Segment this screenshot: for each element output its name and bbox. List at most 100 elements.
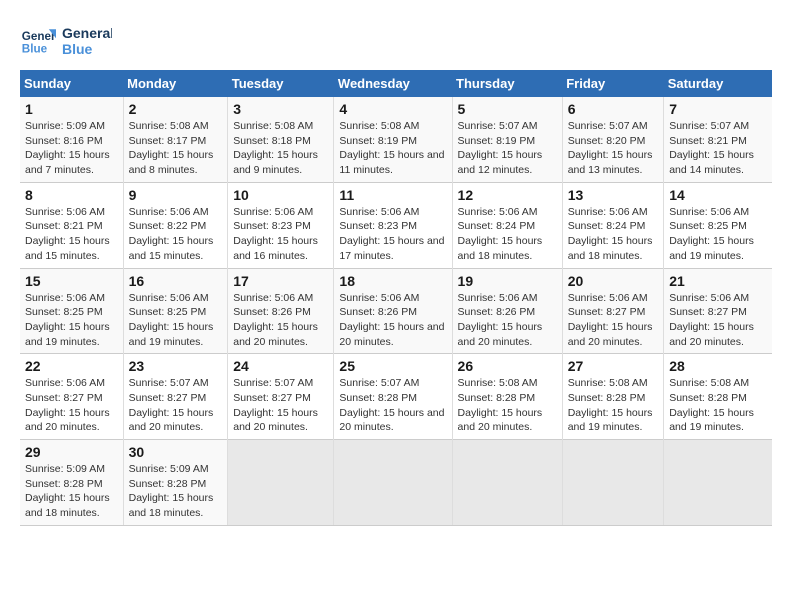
calendar-cell: 16 Sunrise: 5:06 AM Sunset: 8:25 PM Dayl…: [123, 268, 228, 354]
day-number: 14: [669, 187, 767, 203]
calendar-header-row: SundayMondayTuesdayWednesdayThursdayFrid…: [20, 70, 772, 97]
day-number: 19: [458, 273, 557, 289]
day-number: 22: [25, 358, 118, 374]
day-number: 27: [568, 358, 659, 374]
day-info: Sunrise: 5:06 AM Sunset: 8:21 PM Dayligh…: [25, 205, 118, 264]
header-tuesday: Tuesday: [228, 70, 334, 97]
calendar-week-3: 15 Sunrise: 5:06 AM Sunset: 8:25 PM Dayl…: [20, 268, 772, 354]
calendar-cell: 23 Sunrise: 5:07 AM Sunset: 8:27 PM Dayl…: [123, 354, 228, 440]
day-info: Sunrise: 5:06 AM Sunset: 8:27 PM Dayligh…: [25, 376, 118, 435]
day-info: Sunrise: 5:06 AM Sunset: 8:26 PM Dayligh…: [458, 291, 557, 350]
svg-text:Blue: Blue: [22, 43, 48, 56]
day-info: Sunrise: 5:07 AM Sunset: 8:27 PM Dayligh…: [129, 376, 223, 435]
day-number: 4: [339, 101, 446, 117]
day-info: Sunrise: 5:06 AM Sunset: 8:27 PM Dayligh…: [669, 291, 767, 350]
day-number: 26: [458, 358, 557, 374]
day-number: 5: [458, 101, 557, 117]
day-number: 17: [233, 273, 328, 289]
calendar-cell: 20 Sunrise: 5:06 AM Sunset: 8:27 PM Dayl…: [562, 268, 664, 354]
day-info: Sunrise: 5:06 AM Sunset: 8:27 PM Dayligh…: [568, 291, 659, 350]
day-info: Sunrise: 5:06 AM Sunset: 8:26 PM Dayligh…: [339, 291, 446, 350]
day-number: 16: [129, 273, 223, 289]
calendar-cell: 27 Sunrise: 5:08 AM Sunset: 8:28 PM Dayl…: [562, 354, 664, 440]
calendar-cell: 5 Sunrise: 5:07 AM Sunset: 8:19 PM Dayli…: [452, 97, 562, 182]
day-info: Sunrise: 5:08 AM Sunset: 8:28 PM Dayligh…: [669, 376, 767, 435]
calendar-cell: [452, 440, 562, 526]
calendar-cell: 19 Sunrise: 5:06 AM Sunset: 8:26 PM Dayl…: [452, 268, 562, 354]
calendar-week-1: 1 Sunrise: 5:09 AM Sunset: 8:16 PM Dayli…: [20, 97, 772, 182]
day-info: Sunrise: 5:07 AM Sunset: 8:20 PM Dayligh…: [568, 119, 659, 178]
calendar-week-5: 29 Sunrise: 5:09 AM Sunset: 8:28 PM Dayl…: [20, 440, 772, 526]
header-sunday: Sunday: [20, 70, 123, 97]
day-info: Sunrise: 5:09 AM Sunset: 8:28 PM Dayligh…: [129, 462, 223, 521]
calendar-cell: 28 Sunrise: 5:08 AM Sunset: 8:28 PM Dayl…: [664, 354, 772, 440]
calendar-cell: 3 Sunrise: 5:08 AM Sunset: 8:18 PM Dayli…: [228, 97, 334, 182]
calendar-cell: 26 Sunrise: 5:08 AM Sunset: 8:28 PM Dayl…: [452, 354, 562, 440]
day-info: Sunrise: 5:06 AM Sunset: 8:26 PM Dayligh…: [233, 291, 328, 350]
day-number: 9: [129, 187, 223, 203]
calendar-cell: 8 Sunrise: 5:06 AM Sunset: 8:21 PM Dayli…: [20, 182, 123, 268]
day-info: Sunrise: 5:08 AM Sunset: 8:28 PM Dayligh…: [458, 376, 557, 435]
calendar-cell: 15 Sunrise: 5:06 AM Sunset: 8:25 PM Dayl…: [20, 268, 123, 354]
svg-text:General: General: [62, 25, 112, 41]
day-number: 18: [339, 273, 446, 289]
day-info: Sunrise: 5:06 AM Sunset: 8:24 PM Dayligh…: [568, 205, 659, 264]
header-saturday: Saturday: [664, 70, 772, 97]
day-info: Sunrise: 5:08 AM Sunset: 8:28 PM Dayligh…: [568, 376, 659, 435]
day-number: 13: [568, 187, 659, 203]
day-number: 25: [339, 358, 446, 374]
calendar-cell: 25 Sunrise: 5:07 AM Sunset: 8:28 PM Dayl…: [334, 354, 452, 440]
page-header: General Blue General Blue: [20, 20, 772, 60]
calendar-cell: 21 Sunrise: 5:06 AM Sunset: 8:27 PM Dayl…: [664, 268, 772, 354]
day-number: 30: [129, 444, 223, 460]
calendar-week-2: 8 Sunrise: 5:06 AM Sunset: 8:21 PM Dayli…: [20, 182, 772, 268]
day-info: Sunrise: 5:07 AM Sunset: 8:28 PM Dayligh…: [339, 376, 446, 435]
day-number: 29: [25, 444, 118, 460]
calendar-cell: 7 Sunrise: 5:07 AM Sunset: 8:21 PM Dayli…: [664, 97, 772, 182]
day-info: Sunrise: 5:06 AM Sunset: 8:24 PM Dayligh…: [458, 205, 557, 264]
day-info: Sunrise: 5:09 AM Sunset: 8:28 PM Dayligh…: [25, 462, 118, 521]
header-wednesday: Wednesday: [334, 70, 452, 97]
day-info: Sunrise: 5:06 AM Sunset: 8:25 PM Dayligh…: [129, 291, 223, 350]
day-info: Sunrise: 5:08 AM Sunset: 8:18 PM Dayligh…: [233, 119, 328, 178]
calendar-table: SundayMondayTuesdayWednesdayThursdayFrid…: [20, 70, 772, 526]
day-number: 10: [233, 187, 328, 203]
day-info: Sunrise: 5:07 AM Sunset: 8:21 PM Dayligh…: [669, 119, 767, 178]
day-number: 24: [233, 358, 328, 374]
calendar-cell: 14 Sunrise: 5:06 AM Sunset: 8:25 PM Dayl…: [664, 182, 772, 268]
calendar-cell: 18 Sunrise: 5:06 AM Sunset: 8:26 PM Dayl…: [334, 268, 452, 354]
day-info: Sunrise: 5:09 AM Sunset: 8:16 PM Dayligh…: [25, 119, 118, 178]
logo-graphic: General Blue: [62, 20, 112, 60]
day-number: 3: [233, 101, 328, 117]
calendar-cell: 1 Sunrise: 5:09 AM Sunset: 8:16 PM Dayli…: [20, 97, 123, 182]
day-info: Sunrise: 5:06 AM Sunset: 8:22 PM Dayligh…: [129, 205, 223, 264]
calendar-cell: 24 Sunrise: 5:07 AM Sunset: 8:27 PM Dayl…: [228, 354, 334, 440]
calendar-cell: 4 Sunrise: 5:08 AM Sunset: 8:19 PM Dayli…: [334, 97, 452, 182]
calendar-cell: 29 Sunrise: 5:09 AM Sunset: 8:28 PM Dayl…: [20, 440, 123, 526]
svg-text:General: General: [22, 30, 56, 43]
day-number: 7: [669, 101, 767, 117]
day-info: Sunrise: 5:07 AM Sunset: 8:27 PM Dayligh…: [233, 376, 328, 435]
day-info: Sunrise: 5:06 AM Sunset: 8:23 PM Dayligh…: [339, 205, 446, 264]
day-number: 12: [458, 187, 557, 203]
calendar-cell: 10 Sunrise: 5:06 AM Sunset: 8:23 PM Dayl…: [228, 182, 334, 268]
calendar-cell: 11 Sunrise: 5:06 AM Sunset: 8:23 PM Dayl…: [334, 182, 452, 268]
day-info: Sunrise: 5:08 AM Sunset: 8:19 PM Dayligh…: [339, 119, 446, 178]
calendar-week-4: 22 Sunrise: 5:06 AM Sunset: 8:27 PM Dayl…: [20, 354, 772, 440]
day-number: 23: [129, 358, 223, 374]
day-number: 8: [25, 187, 118, 203]
day-info: Sunrise: 5:06 AM Sunset: 8:25 PM Dayligh…: [25, 291, 118, 350]
calendar-cell: 9 Sunrise: 5:06 AM Sunset: 8:22 PM Dayli…: [123, 182, 228, 268]
svg-text:Blue: Blue: [62, 41, 93, 57]
calendar-cell: [664, 440, 772, 526]
calendar-cell: 2 Sunrise: 5:08 AM Sunset: 8:17 PM Dayli…: [123, 97, 228, 182]
day-number: 1: [25, 101, 118, 117]
day-number: 21: [669, 273, 767, 289]
day-number: 2: [129, 101, 223, 117]
calendar-cell: 30 Sunrise: 5:09 AM Sunset: 8:28 PM Dayl…: [123, 440, 228, 526]
calendar-cell: 6 Sunrise: 5:07 AM Sunset: 8:20 PM Dayli…: [562, 97, 664, 182]
header-friday: Friday: [562, 70, 664, 97]
calendar-cell: 17 Sunrise: 5:06 AM Sunset: 8:26 PM Dayl…: [228, 268, 334, 354]
header-monday: Monday: [123, 70, 228, 97]
day-number: 28: [669, 358, 767, 374]
